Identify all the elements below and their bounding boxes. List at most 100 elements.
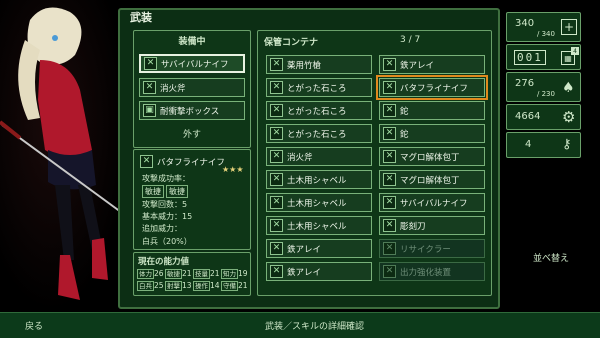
storage-item-label: 消火斧 [287,152,313,163]
storage-left-item[interactable]: ✕ 鉄アレイ [266,262,372,281]
storage-item-label: マグロ解体包丁 [400,175,460,186]
storage-item-label: とがった石ころ [287,106,347,117]
storage-item-label: サバイバルナイフ [400,198,468,209]
storage-left-item[interactable]: ✕ 土木用シャベル [266,170,372,189]
food-value: 276 [515,78,535,89]
sort-button[interactable]: 並べ替え [533,251,569,264]
weapon-icon: ✕ [383,196,396,209]
stat-tag: 敏捷 [166,185,188,198]
storage-left-item[interactable]: ✕ とがった石ころ [266,78,372,97]
box-icon: ▣ [143,104,156,117]
weapon-icon: ✕ [270,219,283,232]
stat-cell: 体力 26 [137,269,164,279]
storage-item-label: 土木用シャベル [287,221,347,232]
weapon-icon: ✕ [383,81,396,94]
calendar-badge: 4 [571,47,579,55]
stat-cell: 守備 21 [221,281,248,291]
storage-item-label: 出力強化装置 [400,267,452,278]
detail-item-name: バタフライナイフ [157,157,225,168]
storage-right-item[interactable]: ✕ 鉄アレイ [379,55,485,74]
character-illustration [0,7,126,300]
storage-item-label: マグロ解体包丁 [400,152,460,163]
keys-value: 4 [525,139,532,150]
storage-right-item: ✕ 出力強化装置 [379,262,485,281]
axe-icon: ✕ [143,81,156,94]
equipped-item-3[interactable]: ▣ 耐衝撃ボックス [139,101,245,120]
equipped-item-2[interactable]: ✕ 消火斧 [139,78,245,97]
storage-left-item[interactable]: ✕ 鉄アレイ [266,239,372,258]
knife-icon: ✕ [144,57,157,70]
storage-item-label: バタフライナイフ [400,83,468,94]
food-box: 276 / 230 ♠ [506,72,581,102]
storage-item-label: 彫刻刀 [400,221,426,232]
storage-item-label: 鉄アレイ [400,60,435,71]
weapon-icon: ✕ [270,173,283,186]
weapon-icon: ✕ [383,173,396,186]
storage-item-label: 土木用シャベル [287,175,347,186]
storage-right-item[interactable]: ✕ 鉈 [379,124,485,143]
weapon-icon: ✕ [383,104,396,117]
storage-right-item[interactable]: ✕ 鉈 [379,101,485,120]
storage-right-item[interactable]: ✕ サバイバルナイフ [379,193,485,212]
storage-right-item-selected[interactable]: ✕ バタフライナイフ [376,75,488,100]
equipped-item-1[interactable]: ✕ サバイバルナイフ [139,54,245,73]
storage-left-item[interactable]: ✕ とがった石ころ [266,124,372,143]
detail-line-melee: 白兵（20%） [142,237,192,246]
stat-cell: 操作 14 [193,281,220,291]
abilities-header: 現在の能力値 [138,257,190,267]
parts-box: 4664 ⚙ [506,104,581,130]
day-counter: 001 [514,50,546,65]
storage-left-item[interactable]: ✕ 消火斧 [266,147,372,166]
storage-left-item[interactable]: ✕ とがった石ころ [266,101,372,120]
storage-right-item: ✕ リサイクラー [379,239,485,258]
storage-item-label: 鉈 [400,129,409,140]
storage-right-item[interactable]: ✕ 彫刻刀 [379,216,485,235]
storage-left-item[interactable]: ✕ 薬用竹槍 [266,55,372,74]
back-button[interactable]: 戻る [25,319,43,332]
character-portrait [0,0,130,312]
hp-value: 340 [515,18,535,29]
weapon-icon: ✕ [270,196,283,209]
detail-line-base-power: 基本威力：15 [142,212,193,221]
weapon-icon: ✕ [270,81,283,94]
detail-tags: 敏捷 敏捷 [142,185,188,198]
storage-item-label: 土木用シャベル [287,198,347,209]
footer-hint: 武装／スキルの詳細確認 [265,322,365,332]
rarity-stars: ★★★ [222,165,244,174]
abilities-grid: 体力 26 敏捷 21 技量 21 知力 19 白兵 25 射撃 13 操作 14 守備 21 [137,268,249,291]
hp-box: 340 / 340 + [506,12,581,42]
weapon-icon: ✕ [383,127,396,140]
stat-tag: 敏捷 [142,185,164,198]
parts-value: 4664 [515,111,541,122]
storage-right-item[interactable]: ✕ マグロ解体包丁 [379,147,485,166]
storage-right-item[interactable]: ✕ マグロ解体包丁 [379,170,485,189]
weapon-icon: ✕ [383,150,396,163]
detail-line-hit-rate: 攻撃成功率： [142,174,190,183]
storage-left-item[interactable]: ✕ 土木用シャベル [266,216,372,235]
storage-item-label: とがった石ころ [287,83,347,94]
weapon-icon: ✕ [383,58,396,71]
storage-item-label: 鉄アレイ [287,244,322,255]
gear-icon: ⚙ [562,108,576,126]
equipped-item-label: 耐衝撃ボックス [160,106,220,117]
stat-cell: 知力 19 [221,269,248,279]
knife-icon: ✕ [140,155,153,168]
weapon-icon: ✕ [270,265,283,278]
key-icon: ⚷ [562,137,572,152]
stat-cell: 技量 21 [193,269,220,279]
weapon-icon: ✕ [383,265,396,278]
detail-line-extra-power: 追加威力： [142,224,182,233]
storage-header: 保管コンテナ [264,38,319,48]
health-plus-icon: + [561,19,577,35]
weapon-icon: ✕ [270,150,283,163]
stat-cell: 白兵 25 [137,281,164,291]
equipped-header: 装備中 [178,37,206,47]
remove-button[interactable]: 外す [133,127,251,140]
stat-cell: 敏捷 21 [165,269,192,279]
storage-item-label: 薬用竹槍 [287,60,322,71]
window-title: 武装 [130,11,152,24]
hp-max: / 340 [537,30,555,38]
weapon-icon: ✕ [383,219,396,232]
storage-left-item[interactable]: ✕ 土木用シャベル [266,193,372,212]
storage-item-label: とがった石ころ [287,129,347,140]
